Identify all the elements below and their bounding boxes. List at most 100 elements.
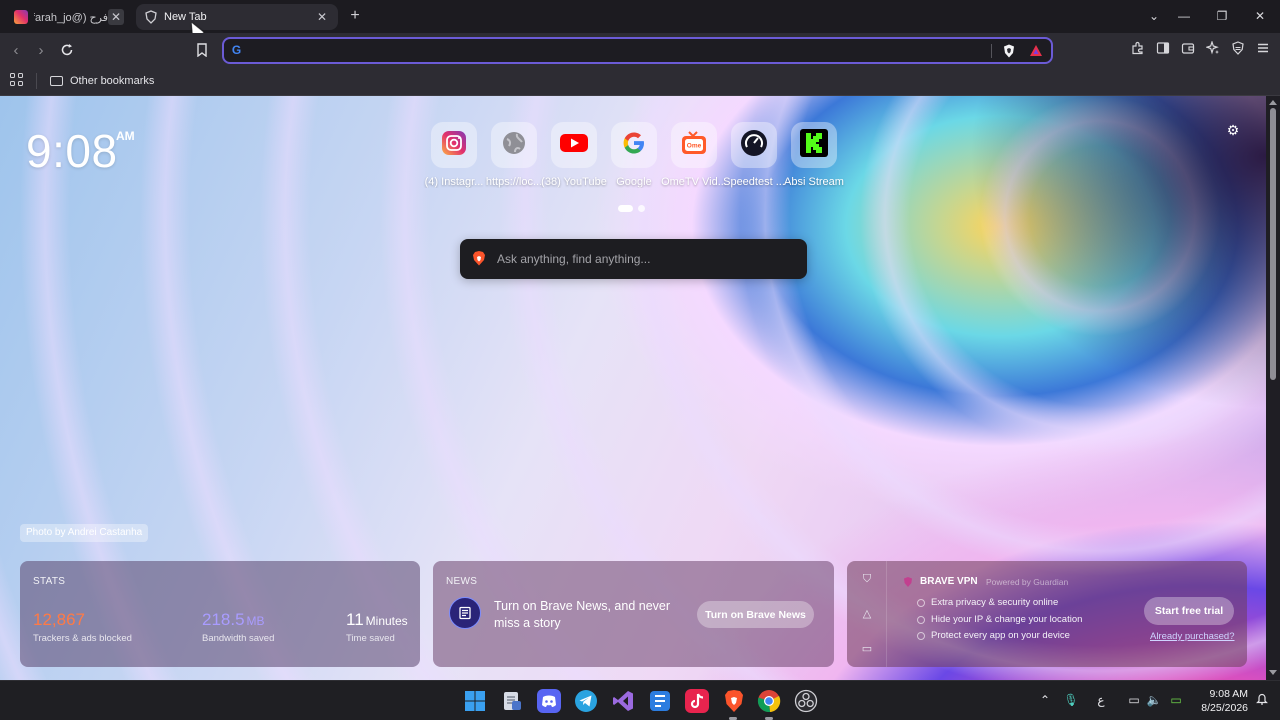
tab-title: New Tab: [164, 11, 207, 23]
tab-search-icon[interactable]: ⌄: [1146, 8, 1162, 24]
ometv-icon: Ome: [680, 130, 708, 161]
address-bar[interactable]: G: [222, 37, 1053, 64]
language-indicator[interactable]: ع: [1093, 692, 1109, 708]
close-window-icon[interactable]: ✕: [1252, 8, 1268, 24]
brave-shield-icon: [144, 10, 158, 24]
folder-icon: [50, 76, 63, 86]
battery-icon[interactable]: ▭: [1168, 692, 1184, 708]
scroll-thumb[interactable]: [1270, 108, 1276, 380]
instagram-icon: [14, 10, 28, 24]
chrome-icon[interactable]: [757, 689, 781, 713]
new-tab-button[interactable]: +: [346, 7, 364, 25]
card-icon[interactable]: ▭: [860, 642, 874, 656]
notepad-icon[interactable]: [500, 689, 524, 713]
globe-icon: [501, 130, 527, 161]
taskbar-time: 9:08 AM: [1209, 688, 1248, 700]
display-icon[interactable]: ▭: [1126, 692, 1142, 708]
address-input[interactable]: [252, 42, 992, 60]
obs-icon[interactable]: [794, 689, 818, 713]
pager-dot[interactable]: [638, 205, 645, 212]
divider: [991, 44, 992, 58]
tab-strip: فرح (@farah_jo_ ✕ New Tab ✕ + ⌄ — ❐ ✕: [0, 0, 1280, 38]
google-icon: G: [231, 43, 242, 57]
brave-shields-icon[interactable]: [1001, 43, 1017, 59]
reload-button[interactable]: [57, 40, 77, 60]
customize-gear-icon[interactable]: ⚙: [1226, 123, 1240, 137]
turn-on-news-button[interactable]: Turn on Brave News: [697, 601, 814, 628]
close-tab-icon[interactable]: ✕: [108, 9, 124, 25]
stats-widget: STATS 12,867 Trackers & ads blocked 218.…: [20, 561, 420, 667]
instagram-icon: [441, 130, 467, 161]
start-free-trial-button[interactable]: Start free trial: [1144, 597, 1234, 625]
telegram-icon[interactable]: [574, 689, 598, 713]
ntp-search-box[interactable]: [460, 239, 807, 279]
notification-icon[interactable]: [1254, 692, 1270, 708]
bandwidth-stat: 218.5 MB Bandwidth saved: [202, 610, 274, 644]
stats-title: STATS: [33, 576, 66, 587]
vpn-widget: ⛉ △ ▭ BRAVE VPN Powered by Guardian Extr…: [847, 561, 1247, 667]
tab-title: فرح (@farah_jo_: [34, 11, 108, 24]
scroll-up-arrow[interactable]: [1269, 100, 1277, 105]
ntp-search-input[interactable]: [497, 250, 792, 268]
brave-icon[interactable]: [722, 689, 746, 713]
tab-instagram[interactable]: فرح (@farah_jo_ ✕: [6, 4, 132, 30]
discord-icon[interactable]: [537, 689, 561, 713]
new-tab-page: 9:08 AM ⚙ (4) Instagr... https://loc... …: [0, 96, 1266, 680]
tiktok-icon[interactable]: [685, 689, 709, 713]
photo-credit[interactable]: Photo by Andrei Castanha: [20, 524, 149, 542]
close-tab-icon[interactable]: ✕: [314, 9, 330, 25]
clock-ampm: AM: [116, 129, 135, 143]
extensions-icon[interactable]: [1129, 41, 1147, 59]
clock-area[interactable]: 9:08 AM 8/25/2026: [1196, 687, 1248, 715]
brave-rewards-icon[interactable]: [1028, 43, 1044, 59]
bookmark-icon[interactable]: [192, 40, 212, 60]
microphone-icon[interactable]: 🎙: [1063, 692, 1079, 708]
wallet-icon[interactable]: [1179, 41, 1197, 59]
rewards-triangle-icon[interactable]: △: [860, 607, 874, 621]
vpn-title: BRAVE VPN: [920, 576, 978, 587]
top-site-kick[interactable]: Absi Stream: [778, 122, 850, 188]
leo-ai-icon[interactable]: [1204, 40, 1222, 59]
other-bookmarks-folder[interactable]: Other bookmarks: [50, 72, 154, 90]
apps-grid-icon[interactable]: [10, 73, 24, 87]
minimize-icon[interactable]: —: [1176, 8, 1192, 24]
visual-studio-icon[interactable]: [611, 689, 635, 713]
sidebar-icon[interactable]: [1154, 41, 1172, 59]
time-stat: 11 Minutes Time saved: [346, 610, 408, 644]
trackers-label: Trackers & ads blocked: [33, 633, 132, 644]
scroll-down-arrow[interactable]: [1269, 670, 1277, 675]
time-value: 11: [346, 610, 364, 629]
bandwidth-value: 218.5: [202, 610, 245, 629]
already-purchased-link[interactable]: Already purchased?: [1150, 631, 1235, 642]
google-icon: [621, 130, 647, 161]
clock-time: 9:08: [26, 125, 118, 177]
back-button[interactable]: ‹: [6, 40, 26, 60]
start-icon[interactable]: [463, 689, 487, 713]
check-icon: [917, 615, 925, 624]
news-promo-text: Turn on Brave News, and never miss a sto…: [494, 599, 671, 630]
time-unit: Minutes: [365, 614, 408, 628]
bandwidth-label: Bandwidth saved: [202, 633, 275, 644]
tab-new-tab[interactable]: New Tab ✕: [136, 4, 338, 30]
forward-button[interactable]: ›: [31, 40, 51, 60]
menu-icon[interactable]: [1254, 41, 1272, 59]
other-bookmarks-label: Other bookmarks: [70, 75, 155, 87]
app-icon-blue[interactable]: [648, 689, 672, 713]
page-scrollbar[interactable]: [1266, 96, 1280, 680]
taskbar-date: 8/25/2026: [1201, 702, 1248, 714]
vpn-feature: Protect every app on your device: [917, 630, 1070, 641]
time-label: Time saved: [346, 633, 395, 644]
maximize-icon[interactable]: ❐: [1214, 8, 1230, 24]
chevron-up-icon[interactable]: ⌃: [1037, 692, 1053, 708]
brave-lion-icon: [472, 251, 486, 266]
check-icon: [917, 598, 925, 607]
vpn-shield-icon[interactable]: ⛉: [860, 572, 874, 586]
volume-icon[interactable]: 🔈: [1146, 692, 1162, 708]
vpn-feature: Hide your IP & change your location: [917, 614, 1082, 625]
kick-icon: [800, 128, 828, 162]
bandwidth-unit: MB: [246, 614, 265, 628]
vpn-icon[interactable]: [1229, 41, 1247, 59]
pager-dot-active[interactable]: [618, 205, 633, 212]
toolbar: ‹ › G: [0, 33, 1280, 67]
widget-switcher: ⛉ △ ▭: [847, 561, 887, 667]
